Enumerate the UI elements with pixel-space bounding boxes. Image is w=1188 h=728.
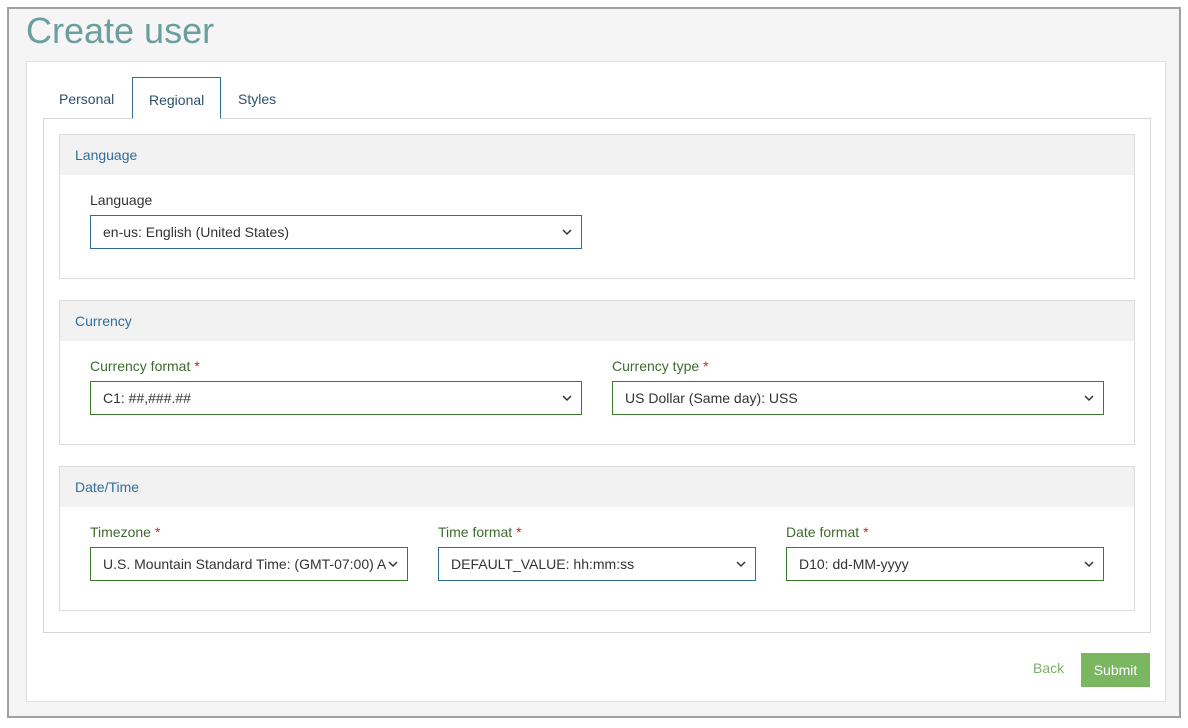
date-format-select[interactable]: D10: dd-MM-yyyy bbox=[786, 547, 1104, 581]
chevron-down-icon bbox=[1084, 561, 1094, 568]
date-format-label-text: Date format bbox=[786, 524, 860, 540]
required-marker: * bbox=[703, 358, 709, 374]
form-card: Personal Regional Styles Language Langua… bbox=[26, 61, 1166, 702]
language-label: Language bbox=[90, 192, 153, 208]
timezone-label: Timezone * bbox=[90, 524, 160, 540]
chevron-down-icon bbox=[736, 561, 746, 568]
timezone-label-text: Timezone bbox=[90, 524, 151, 540]
currency-type-label-text: Currency type bbox=[612, 358, 700, 374]
page-title: Create user bbox=[26, 10, 215, 51]
date-format-label: Date format * bbox=[786, 524, 869, 540]
app-frame: Create user Personal Regional Styles Lan… bbox=[7, 7, 1181, 718]
submit-button[interactable]: Submit bbox=[1081, 653, 1150, 687]
back-button[interactable]: Back bbox=[1033, 660, 1064, 676]
required-marker: * bbox=[863, 524, 869, 540]
datetime-section: Date/Time Timezone * U.S. Mountain Standa… bbox=[59, 466, 1135, 611]
language-section-header: Language bbox=[60, 135, 1134, 175]
required-marker: * bbox=[194, 358, 200, 374]
chevron-down-icon bbox=[562, 229, 572, 236]
time-format-select-value: DEFAULT_VALUE: hh:mm:ss bbox=[451, 556, 635, 572]
date-format-select-value: D10: dd-MM-yyyy bbox=[799, 556, 909, 572]
language-select[interactable]: en-us: English (United States) bbox=[90, 215, 582, 249]
chevron-down-icon bbox=[1084, 395, 1094, 402]
required-marker: * bbox=[516, 524, 522, 540]
chevron-down-icon bbox=[562, 395, 572, 402]
tab-personal[interactable]: Personal bbox=[43, 77, 130, 119]
datetime-section-header: Date/Time bbox=[60, 467, 1134, 507]
currency-format-label-text: Currency format bbox=[90, 358, 191, 374]
currency-section-header: Currency bbox=[60, 301, 1134, 341]
tab-styles[interactable]: Styles bbox=[222, 77, 292, 119]
chevron-down-icon bbox=[388, 561, 398, 568]
timezone-select-value: U.S. Mountain Standard Time: (GMT-07:00)… bbox=[103, 556, 387, 572]
timezone-select[interactable]: U.S. Mountain Standard Time: (GMT-07:00)… bbox=[90, 547, 408, 581]
currency-format-select[interactable]: C1: ##,###.## bbox=[90, 381, 582, 415]
currency-format-label: Currency format * bbox=[90, 358, 200, 374]
language-section: Language Language en-us: English (United… bbox=[59, 134, 1135, 279]
currency-format-select-value: C1: ##,###.## bbox=[103, 390, 191, 406]
language-select-value: en-us: English (United States) bbox=[103, 224, 289, 240]
regional-tab-panel: Language Language en-us: English (United… bbox=[43, 118, 1151, 633]
currency-type-label: Currency type * bbox=[612, 358, 709, 374]
currency-type-select[interactable]: US Dollar (Same day): USS bbox=[612, 381, 1104, 415]
time-format-label-text: Time format bbox=[438, 524, 513, 540]
currency-type-select-value: US Dollar (Same day): USS bbox=[625, 390, 798, 406]
time-format-label: Time format * bbox=[438, 524, 522, 540]
currency-section: Currency Currency format * C1: ##,###.## … bbox=[59, 300, 1135, 445]
required-marker: * bbox=[154, 524, 161, 540]
tab-regional[interactable]: Regional bbox=[132, 77, 222, 119]
time-format-select[interactable]: DEFAULT_VALUE: hh:mm:ss bbox=[438, 547, 756, 581]
